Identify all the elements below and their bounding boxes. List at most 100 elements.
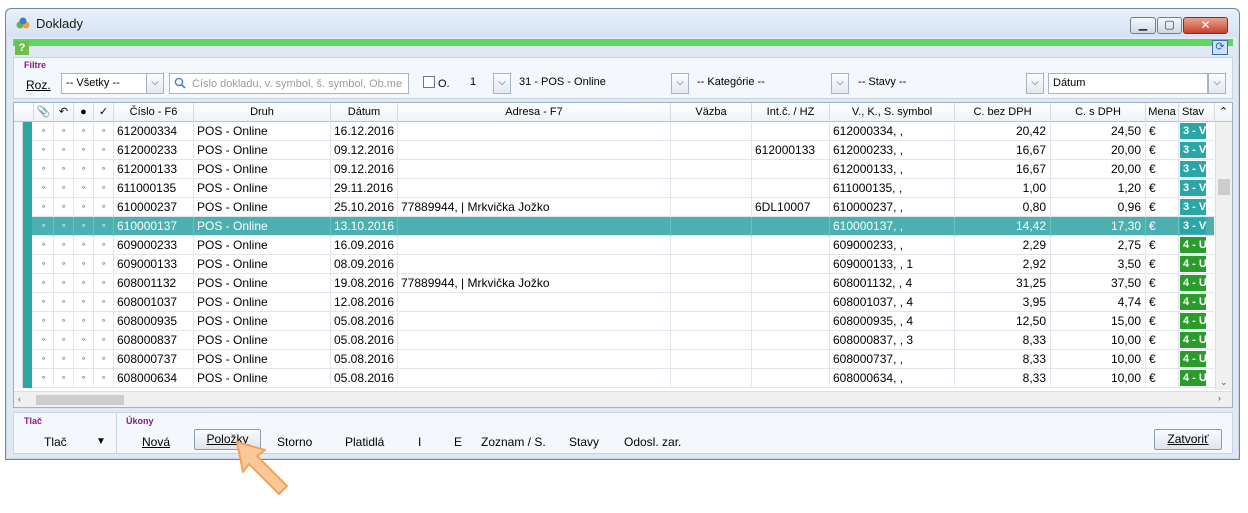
scroll-up-arrow[interactable]: ⌃ [1215, 103, 1232, 122]
row-flag-icon[interactable]: ∘ [94, 198, 114, 217]
send-device-button[interactable]: Odosl. zar. [624, 433, 681, 451]
header-symbol[interactable]: V., K., S. symbol [830, 103, 955, 122]
table-row[interactable]: ∘ ∘ ∘ ∘ 612000334 POS - Online 16.12.2016 61200… [14, 122, 1214, 141]
row-flag-icon[interactable]: ∘ [94, 122, 114, 141]
row-flag-icon[interactable]: ∘ [74, 331, 94, 350]
table-row[interactable]: ∘ ∘ ∘ ∘ 612000233 POS - Online 09.12.2016 61200… [14, 141, 1214, 160]
table-row[interactable]: ∘ ∘ ∘ ∘ 612000133 POS - Online 09.12.2016 61200… [14, 160, 1214, 179]
row-marker[interactable] [14, 236, 23, 255]
row-marker[interactable] [14, 369, 23, 388]
row-flag-icon[interactable]: ∘ [94, 369, 114, 388]
row-flag-icon[interactable]: ∘ [34, 141, 54, 160]
title-bar[interactable]: Doklady ▁ ▢ ✕ [6, 9, 1239, 37]
row-marker[interactable] [14, 179, 23, 198]
row-flag-icon[interactable]: ∘ [34, 255, 54, 274]
print-button[interactable]: Tlač [44, 433, 67, 451]
row-flag-icon[interactable]: ∘ [54, 236, 74, 255]
number-dropdown-arrow[interactable]: ⌵ [493, 73, 511, 94]
row-flag-icon[interactable]: ∘ [34, 236, 54, 255]
document-type-dropdown-arrow[interactable]: ⌵ [671, 73, 689, 94]
row-flag-icon[interactable]: ∘ [94, 293, 114, 312]
row-marker[interactable] [14, 122, 23, 141]
row-flag-icon[interactable]: ∘ [94, 331, 114, 350]
row-flag-icon[interactable]: ∘ [94, 274, 114, 293]
table-row[interactable]: ∘ ∘ ∘ ∘ 608000935 POS - Online 05.08.2016 60800… [14, 312, 1214, 331]
row-flag-icon[interactable]: ∘ [74, 179, 94, 198]
maximize-button[interactable]: ▢ [1157, 17, 1182, 34]
row-flag-icon[interactable]: ∘ [74, 141, 94, 160]
row-flag-icon[interactable]: ∘ [74, 236, 94, 255]
header-stav[interactable]: Stav [1179, 103, 1215, 122]
row-flag-icon[interactable]: ∘ [74, 312, 94, 331]
row-flag-icon[interactable]: ∘ [54, 141, 74, 160]
row-flag-icon[interactable]: ∘ [54, 331, 74, 350]
close-button[interactable]: ✕ [1183, 17, 1228, 34]
table-row[interactable]: ∘ ∘ ∘ ∘ 610000137 POS - Online 13.10.2016 61000… [14, 217, 1214, 236]
sort-select[interactable]: Dátum [1048, 73, 1208, 94]
row-flag-icon[interactable]: ∘ [54, 274, 74, 293]
horizontal-scroll-thumb[interactable] [36, 395, 124, 405]
row-flag-icon[interactable]: ∘ [34, 198, 54, 217]
row-flag-icon[interactable]: ∘ [54, 217, 74, 236]
scroll-left-arrow[interactable]: ‹ [18, 394, 21, 404]
row-flag-icon[interactable]: ∘ [54, 122, 74, 141]
table-row[interactable]: ∘ ∘ ∘ ∘ 608000837 POS - Online 05.08.2016 60800… [14, 331, 1214, 350]
row-flag-icon[interactable]: ∘ [34, 350, 54, 369]
undo-icon[interactable]: ↶ [54, 103, 74, 122]
refresh-icon[interactable]: ⟳ [1212, 40, 1228, 55]
print-dropdown-icon[interactable]: ▼ [96, 433, 106, 451]
header-intc[interactable]: Int.č. / HZ [752, 103, 830, 122]
row-flag-icon[interactable]: ∘ [34, 293, 54, 312]
row-flag-icon[interactable]: ∘ [74, 160, 94, 179]
row-flag-icon[interactable]: ∘ [34, 274, 54, 293]
row-flag-icon[interactable]: ∘ [34, 217, 54, 236]
row-marker[interactable] [14, 198, 23, 217]
row-flag-icon[interactable]: ∘ [94, 312, 114, 331]
header-druh[interactable]: Druh [194, 103, 331, 122]
row-flag-icon[interactable]: ∘ [54, 198, 74, 217]
row-flag-icon[interactable]: ∘ [54, 255, 74, 274]
i-button[interactable]: I [418, 433, 421, 451]
row-marker[interactable] [14, 255, 23, 274]
e-button[interactable]: E [454, 433, 462, 451]
horizontal-scrollbar[interactable]: ‹ › [14, 391, 1232, 407]
header-mena[interactable]: Mena [1146, 103, 1179, 122]
table-row[interactable]: ∘ ∘ ∘ ∘ 609000233 POS - Online 16.09.2016 60900… [14, 236, 1214, 255]
row-flag-icon[interactable]: ∘ [54, 312, 74, 331]
row-marker[interactable] [14, 331, 23, 350]
row-flag-icon[interactable]: ∘ [54, 179, 74, 198]
row-flag-icon[interactable]: ∘ [54, 369, 74, 388]
table-row[interactable]: ∘ ∘ ∘ ∘ 608001132 POS - Online 19.08.2016 77889… [14, 274, 1214, 293]
row-flag-icon[interactable]: ∘ [74, 293, 94, 312]
category-select[interactable]: -- Kategórie -- [693, 73, 833, 94]
check-icon[interactable]: ✓ [94, 103, 114, 122]
states-dropdown-arrow[interactable]: ⌵ [1026, 73, 1044, 94]
header-cislo[interactable]: Číslo - F6 [114, 103, 194, 122]
help-icon[interactable]: ? [15, 41, 29, 55]
row-flag-icon[interactable]: ∘ [94, 179, 114, 198]
row-flag-icon[interactable]: ∘ [74, 255, 94, 274]
header-s-dph[interactable]: C. s DPH [1051, 103, 1146, 122]
header-bez-dph[interactable]: C. bez DPH [955, 103, 1051, 122]
row-marker[interactable] [14, 141, 23, 160]
row-marker[interactable] [14, 160, 23, 179]
roz-select[interactable]: -- Všetky -- [61, 73, 147, 94]
row-flag-icon[interactable]: ∘ [74, 198, 94, 217]
table-row[interactable]: ∘ ∘ ∘ ∘ 608000737 POS - Online 05.08.2016 60800… [14, 350, 1214, 369]
table-row[interactable]: ∘ ∘ ∘ ∘ 609000133 POS - Online 08.09.2016 60900… [14, 255, 1214, 274]
vertical-scrollbar[interactable]: ⌄ [1215, 122, 1232, 390]
scroll-right-arrow[interactable]: › [1218, 393, 1221, 403]
row-marker[interactable] [14, 274, 23, 293]
header-datum[interactable]: Dátum [331, 103, 398, 122]
table-row[interactable]: ∘ ∘ ∘ ∘ 610000237 POS - Online 25.10.2016 77889… [14, 198, 1214, 217]
roz-dropdown-arrow[interactable]: ⌵ [146, 73, 164, 94]
o-checkbox[interactable] [423, 76, 435, 88]
row-flag-icon[interactable]: ∘ [94, 141, 114, 160]
row-marker[interactable] [14, 217, 23, 236]
table-row[interactable]: ∘ ∘ ∘ ∘ 608001037 POS - Online 12.08.2016 60800… [14, 293, 1214, 312]
header-adresa[interactable]: Adresa - F7 [398, 103, 671, 122]
row-flag-icon[interactable]: ∘ [54, 350, 74, 369]
comment-icon[interactable]: ● [74, 103, 94, 122]
search-box[interactable] [169, 73, 409, 94]
document-type-select[interactable]: 31 - POS - Online [515, 73, 671, 94]
